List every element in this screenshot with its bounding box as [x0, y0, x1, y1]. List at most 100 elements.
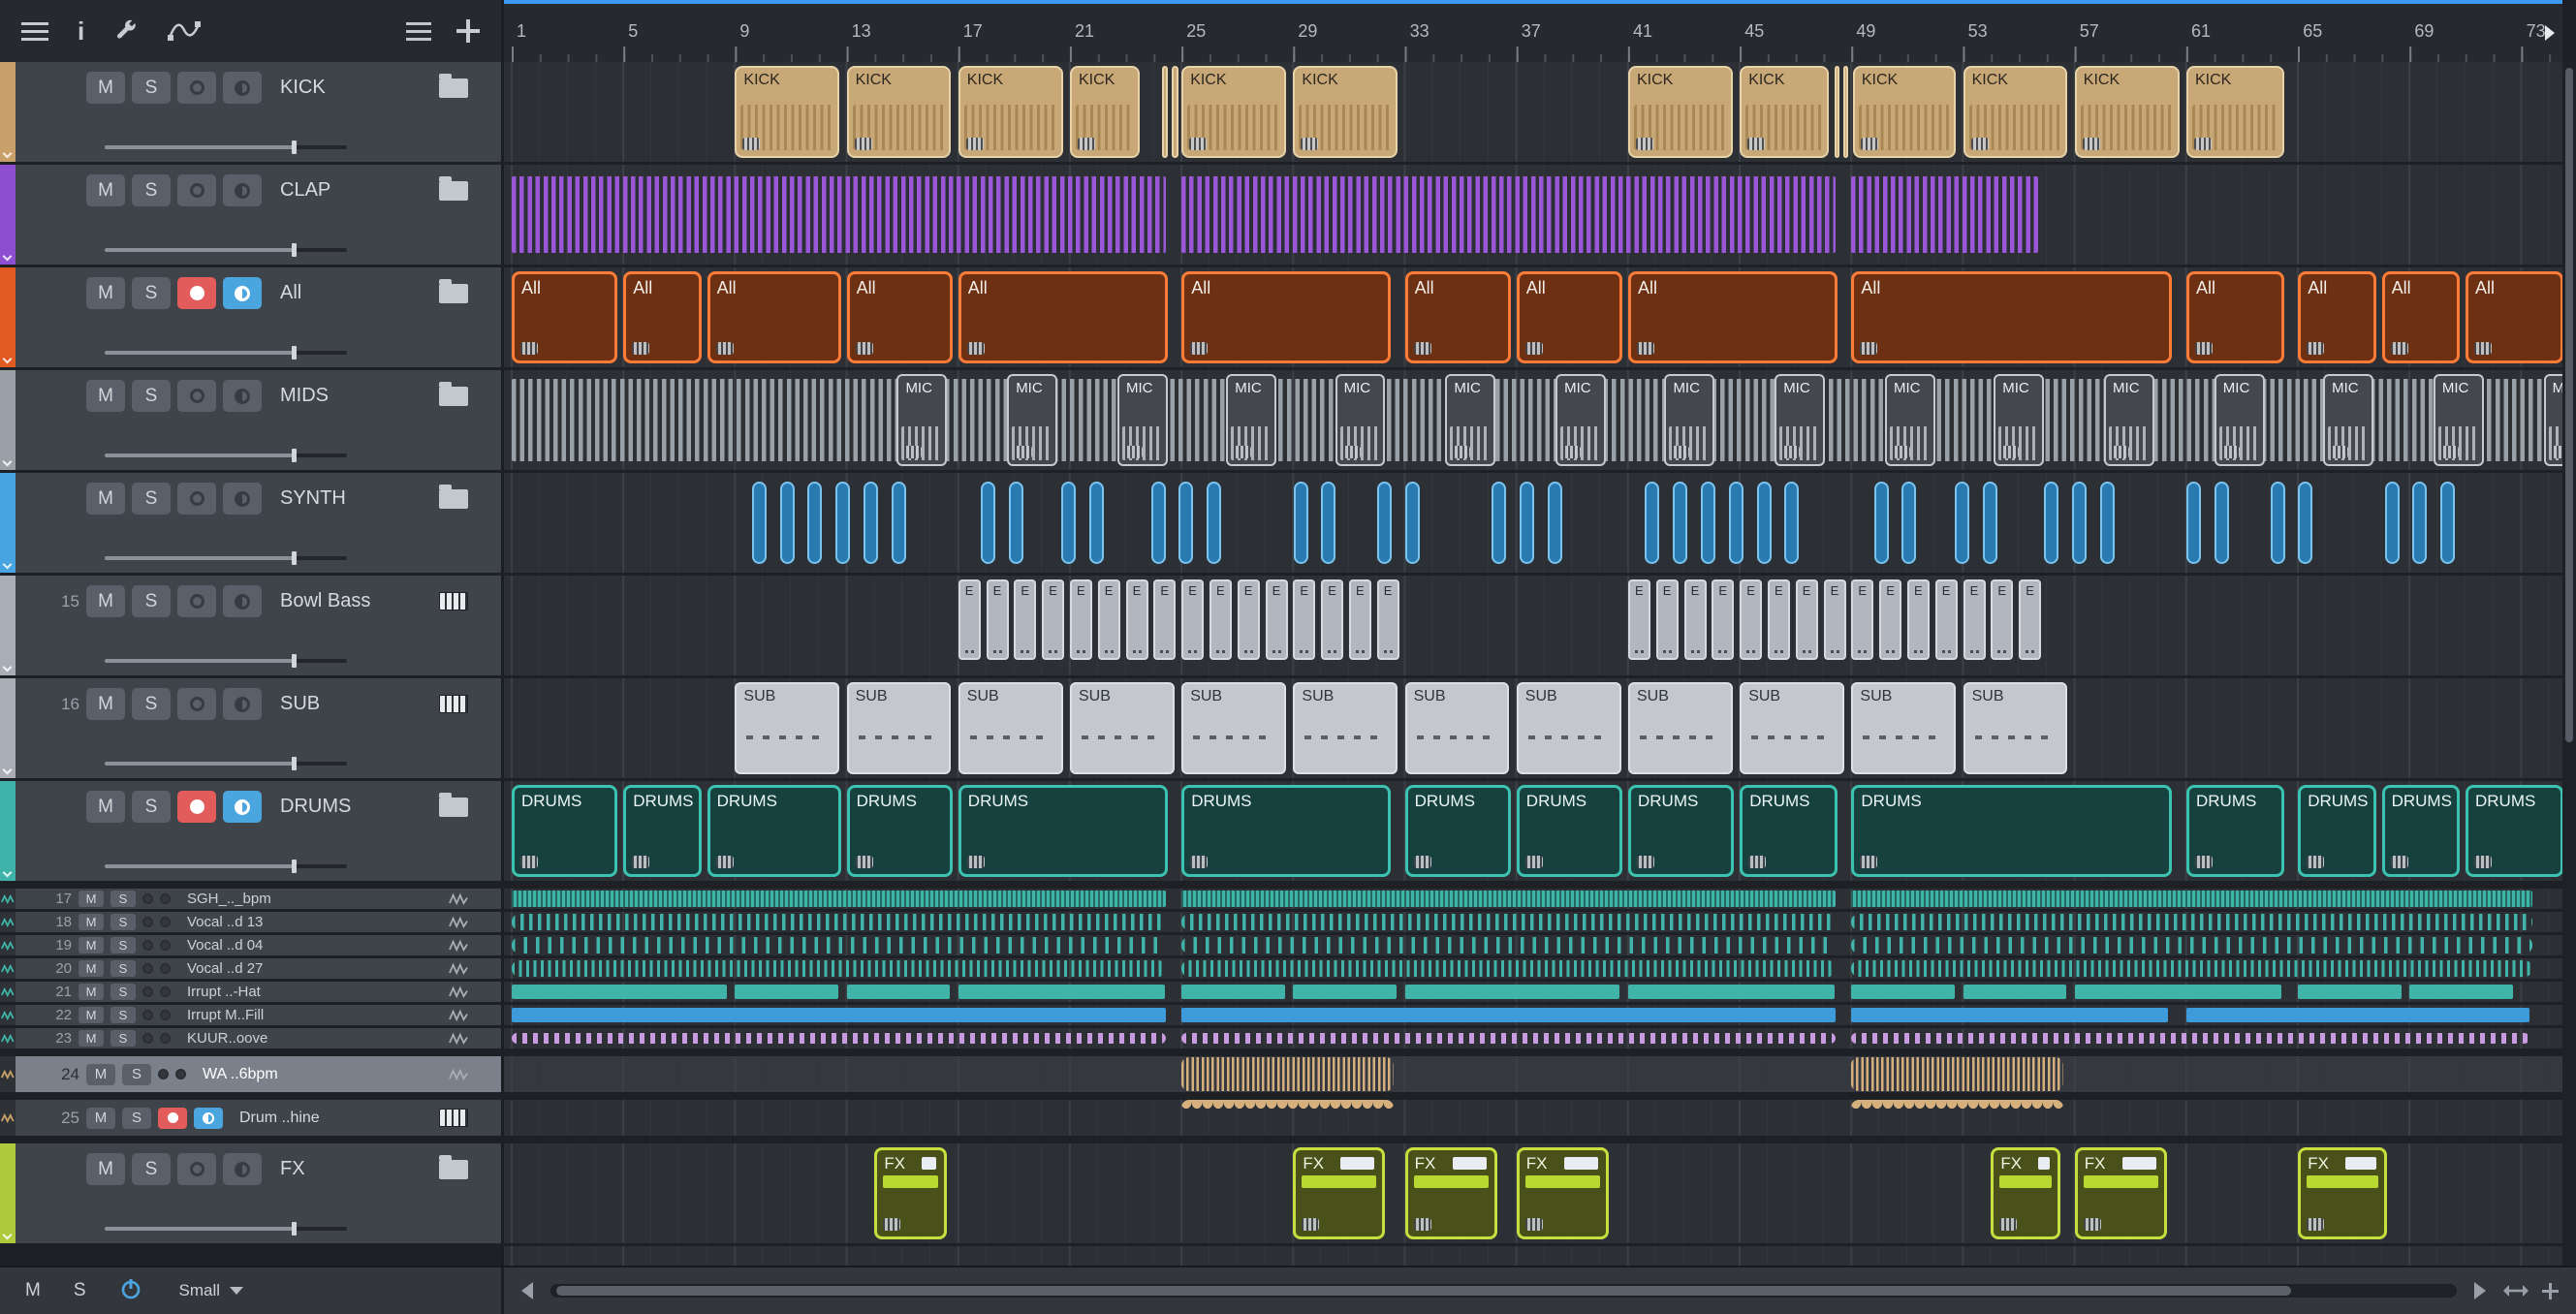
clip-all[interactable]: All	[2186, 271, 2284, 363]
clip-kick[interactable]: KICK	[846, 66, 952, 158]
clip-drums[interactable]: DRUMS	[846, 785, 953, 877]
monitor-button[interactable]	[223, 72, 262, 104]
clip-vox1[interactable]	[512, 914, 1167, 930]
clip-wavetan[interactable]	[1181, 1057, 1394, 1091]
track-color-strip[interactable]	[0, 267, 16, 367]
record-arm-button[interactable]	[177, 688, 216, 720]
mute-button[interactable]: M	[79, 1030, 104, 1047]
clip-hat[interactable]	[2074, 985, 2281, 999]
clip-vox2[interactable]	[1851, 937, 2532, 954]
clip-kick[interactable]: KICK	[1293, 66, 1398, 158]
track-lane-bowl-bass[interactable]: EEEEEEEEEEEEEEEEEEEEEEEEEEEEEEE	[504, 576, 2562, 675]
clip-all[interactable]: All	[1181, 271, 1392, 363]
clip-fx[interactable]: FX	[874, 1147, 948, 1239]
clip-synth-note[interactable]	[835, 482, 851, 564]
clip-dense[interactable]	[512, 891, 1167, 907]
monitor-button[interactable]	[194, 1107, 223, 1129]
folder-icon[interactable]	[439, 73, 468, 98]
track-name[interactable]: SYNTH	[280, 487, 432, 510]
solo-button[interactable]: S	[122, 1063, 151, 1085]
track-lane-drums[interactable]: DRUMS DRUMS DRUMS DRUMS DRUMS DRUMS DRUMS DRUMS…	[504, 781, 2562, 881]
track-lane-sub[interactable]: SUB SUB SUB SUB SUB SUB SUB SUB SUB SUB SUB SUB	[504, 678, 2562, 778]
clip-synth-note[interactable]	[2099, 482, 2115, 564]
vertical-scrollbar[interactable]	[2562, 62, 2576, 1266]
clip-fill[interactable]	[1851, 1008, 2169, 1022]
automation-icon[interactable]	[168, 19, 202, 43]
track-lane-fx[interactable]: FX FX FX FX FX FX FX	[504, 1143, 2562, 1243]
mute-button[interactable]: M	[86, 791, 125, 823]
folder-icon[interactable]	[439, 484, 468, 509]
track-name[interactable]: Drum ..hine	[239, 1110, 432, 1127]
clip-drums[interactable]: DRUMS	[1516, 785, 1623, 877]
record-arm-button[interactable]	[142, 940, 153, 951]
clip-synth-note[interactable]	[1873, 482, 1889, 564]
clip-drums[interactable]: DRUMS	[623, 785, 702, 877]
record-arm-button[interactable]	[158, 1069, 169, 1079]
clip-all[interactable]: All	[512, 271, 618, 363]
mute-button[interactable]: M	[86, 72, 125, 104]
clip-kick[interactable]: KICK	[1852, 66, 1957, 158]
clip-sub[interactable]: SUB	[735, 682, 840, 774]
collapse-chevron-icon[interactable]	[2, 662, 13, 673]
solo-button[interactable]: S	[110, 984, 136, 1000]
clip-e[interactable]: E	[1237, 579, 1260, 660]
clip-synth-note[interactable]	[751, 482, 767, 564]
solo-button[interactable]: S	[110, 937, 136, 954]
track-name[interactable]: Vocal ..d 13	[187, 914, 442, 930]
clip-vox3[interactable]	[1181, 960, 1837, 977]
clip-e[interactable]: E	[1265, 579, 1288, 660]
monitor-button[interactable]	[223, 174, 262, 206]
clip-e[interactable]: E	[1823, 579, 1846, 660]
clip-synth-note[interactable]	[779, 482, 795, 564]
clip-drums[interactable]: DRUMS	[512, 785, 618, 877]
clip-all[interactable]: All	[2466, 271, 2562, 363]
volume-slider-handle[interactable]	[292, 757, 297, 770]
clip-mic[interactable]: MIC	[1664, 374, 1715, 466]
clip-sub[interactable]: SUB	[1293, 682, 1398, 774]
clip-e[interactable]: E	[1097, 579, 1120, 660]
track-name[interactable]: Irrupt ..-Hat	[187, 984, 442, 1000]
clip-clap[interactable]	[1851, 176, 2039, 253]
clip-synth-note[interactable]	[1293, 482, 1308, 564]
clip-synth-note[interactable]	[2186, 482, 2202, 564]
clip-e[interactable]: E	[1963, 579, 1986, 660]
clip-mic[interactable]: MIC	[2323, 374, 2373, 466]
clip-sub[interactable]: SUB	[958, 682, 1063, 774]
track-name[interactable]: Irrupt M..Fill	[187, 1007, 442, 1023]
track-color-strip[interactable]	[0, 1143, 16, 1243]
clip-drums[interactable]: DRUMS	[707, 785, 841, 877]
solo-button[interactable]: S	[132, 277, 171, 309]
clip-synth-note[interactable]	[1547, 482, 1562, 564]
record-arm-button[interactable]	[158, 1107, 187, 1129]
clip-synth-note[interactable]	[1207, 482, 1222, 564]
scroll-right-button[interactable]	[2474, 1282, 2486, 1299]
clip-fx[interactable]: FX	[2074, 1147, 2167, 1239]
clip-synth-note[interactable]	[1701, 482, 1715, 564]
clip-mic[interactable]: MIC	[1226, 374, 1276, 466]
record-arm-button[interactable]	[177, 585, 216, 617]
collapse-chevron-icon[interactable]	[2, 251, 13, 262]
mute-button[interactable]: M	[79, 984, 104, 1000]
volume-slider[interactable]	[105, 243, 347, 257]
collapse-chevron-icon[interactable]	[2, 354, 13, 364]
clip-synth-note[interactable]	[2440, 482, 2456, 564]
solo-button[interactable]: S	[132, 483, 171, 515]
clip-synth-note[interactable]	[2214, 482, 2229, 564]
track-color-strip[interactable]	[0, 165, 16, 265]
track-color-strip[interactable]	[0, 1056, 16, 1092]
clip-hat[interactable]	[1628, 985, 1835, 999]
solo-button[interactable]: S	[122, 1107, 151, 1129]
folder-icon[interactable]	[439, 792, 468, 817]
track-lane-all[interactable]: All All All All All All All All All All All All All A…	[504, 267, 2562, 367]
clip-mic[interactable]: MIC	[2214, 374, 2265, 466]
mute-button[interactable]: M	[79, 1007, 104, 1023]
clip-synth-note[interactable]	[1728, 482, 1744, 564]
track-color-strip[interactable]	[0, 889, 16, 909]
track-lane-t20[interactable]	[504, 958, 2562, 979]
mute-button[interactable]: M	[86, 585, 125, 617]
solo-button[interactable]: S	[110, 914, 136, 930]
clip-synth-note[interactable]	[1784, 482, 1800, 564]
track-color-strip[interactable]	[0, 678, 16, 778]
monitor-button[interactable]	[223, 1153, 262, 1185]
clip-drums[interactable]: DRUMS	[2466, 785, 2562, 877]
